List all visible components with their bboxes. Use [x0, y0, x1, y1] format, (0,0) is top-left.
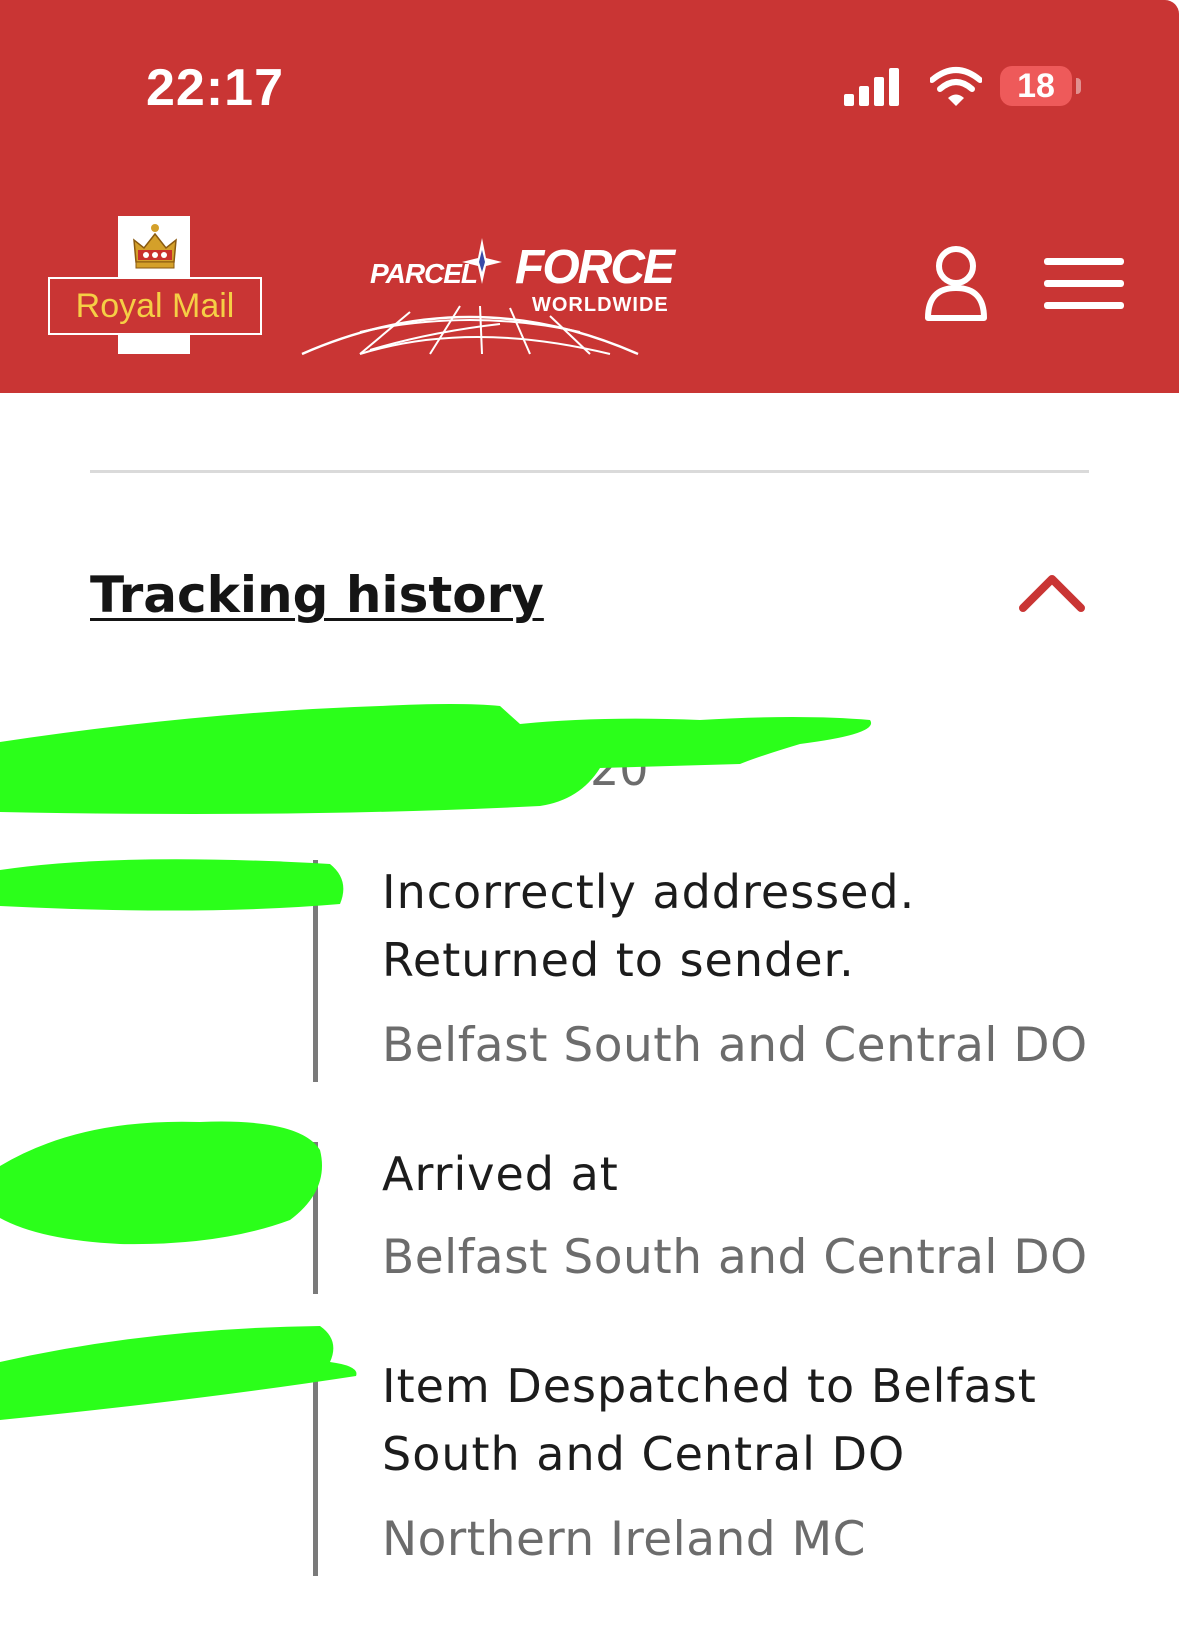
event-title-line: Incorrectly addressed.	[382, 865, 916, 919]
event-date: 20	[590, 742, 649, 796]
timeline-line	[313, 1142, 318, 1294]
user-icon[interactable]	[924, 246, 988, 322]
battery-tip	[1076, 78, 1081, 94]
event-title: Item Despatched to Belfast South and Cen…	[382, 1352, 1142, 1488]
event-title: Arrived at	[382, 1140, 1142, 1208]
status-time: 22:17	[146, 59, 284, 117]
event-location: Northern Ireland MC	[382, 1512, 866, 1567]
pf-force-text: FORCE	[515, 241, 675, 294]
event-location: Belfast South and Central DO	[382, 1230, 1088, 1285]
event-title-line: Returned to sender.	[382, 933, 855, 987]
tracking-history-title[interactable]: Tracking history	[90, 566, 544, 624]
timeline-line	[313, 860, 318, 1082]
star-icon	[462, 238, 502, 284]
crown-icon	[133, 224, 177, 269]
wifi-icon	[930, 67, 982, 106]
battery-icon: 18	[1000, 66, 1072, 106]
event-title-line: Arrived at	[382, 1147, 619, 1201]
event-title-line: Item Despatched to Belfast	[382, 1359, 1037, 1413]
signal-icon	[844, 68, 899, 106]
parcelforce-logo[interactable]: PARCEL FORCE WORLDWIDE	[300, 236, 675, 356]
royal-mail-logo[interactable]: Royal Mail	[48, 216, 262, 354]
section-divider	[90, 470, 1089, 473]
app-header: 22:17 18 Royal Mail PARCEL FORCE WORLDWI…	[0, 0, 1179, 393]
globe-icon	[301, 305, 639, 356]
event-title-line: South and Central DO	[382, 1427, 906, 1481]
menu-icon[interactable]	[1044, 258, 1124, 310]
event-title: Incorrectly addressed. Returned to sende…	[382, 858, 1142, 994]
timeline-line	[313, 1354, 318, 1576]
chevron-up-icon[interactable]	[1018, 570, 1086, 614]
event-location: Belfast South and Central DO	[382, 1018, 1088, 1073]
parcelforce-wordmark: PARCEL FORCE	[370, 240, 675, 295]
royal-mail-wordmark: Royal Mail	[48, 277, 262, 335]
